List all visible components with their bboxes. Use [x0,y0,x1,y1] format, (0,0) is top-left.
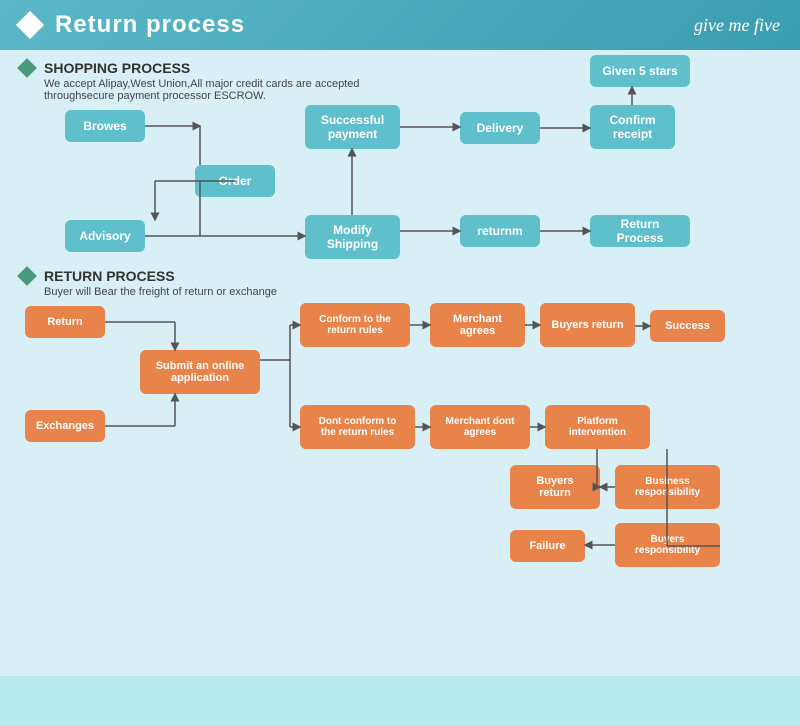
brand-label: give me five [694,15,780,36]
platform-intervention-box: Platform intervention [545,405,650,449]
dont-conform-rules-box: Dont conform to the return rules [300,405,415,449]
return-box: Return [25,306,105,338]
buyers-return2-box: Buyers return [510,465,600,509]
business-responsibility-box: Business responsibility [615,465,720,509]
browes-box: Browes [65,110,145,142]
return-process-box: Return Process [590,215,690,247]
return-title: RETURN PROCESS [44,268,175,284]
success-box: Success [650,310,725,342]
shopping-title: SHOPPING PROCESS [44,60,190,76]
buyers-responsibility-box: Buyers responsibility [615,523,720,567]
modify-shipping-box: Modify Shipping [305,215,400,259]
buyers-return1-box: Buyers return [540,303,635,347]
given-5-stars-box: Given 5 stars [590,55,690,87]
returnm-box: returnm [460,215,540,247]
merchant-dont-agrees-box: Merchant dont agrees [430,405,530,449]
content-area: SHOPPING PROCESS We accept Alipay,West U… [0,50,800,676]
header: Return process give me five [0,0,800,50]
return-subtitle: Buyer will Bear the freight of return or… [44,286,277,298]
return-section-header: RETURN PROCESS [20,268,175,284]
submit-online-box: Submit an online application [140,350,260,394]
return-diamond-icon [17,266,37,286]
failure-box: Failure [510,530,585,562]
successful-payment-box: Successful payment [305,105,400,149]
arrows-overlay [0,50,800,726]
merchant-agrees-box: Merchant agrees [430,303,525,347]
delivery-box: Delivery [460,112,540,144]
order-box: Order [195,165,275,197]
shopping-diamond-icon [17,58,37,78]
conform-rules-box: Conform to the return rules [300,303,410,347]
shopping-section-header: SHOPPING PROCESS [20,60,190,76]
advisory-box: Advisory [65,220,145,252]
confirm-receipt-box: Confirm receipt [590,105,675,149]
shopping-subtitle: We accept Alipay,West Union,All major cr… [44,78,424,102]
page-title: Return process [55,11,245,39]
header-diamond-icon [16,11,44,39]
exchanges-box: Exchanges [25,410,105,442]
